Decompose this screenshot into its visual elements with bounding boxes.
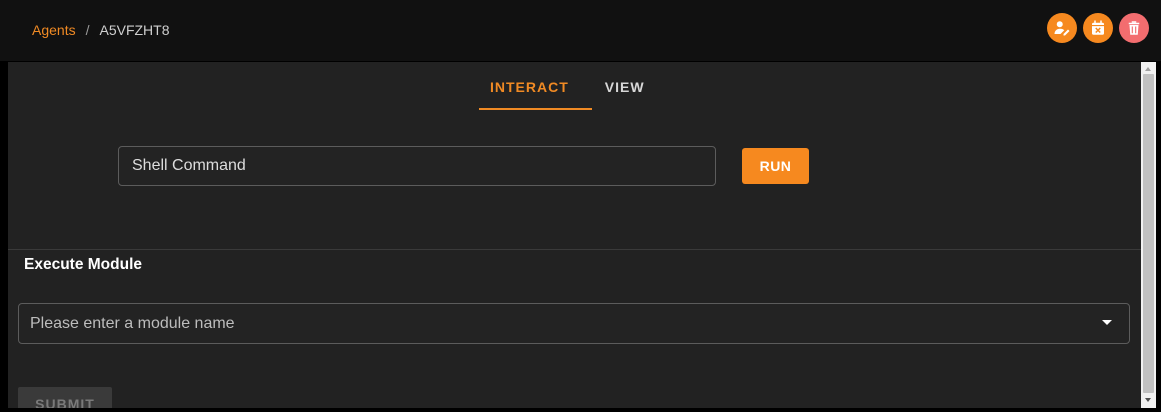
execute-module-title: Execute Module [24, 256, 142, 273]
section-divider [8, 249, 1141, 250]
module-name-placeholder: Please enter a module name [30, 314, 235, 332]
edit-agent-button[interactable] [1047, 13, 1077, 43]
calendar-remove-icon [1092, 20, 1104, 35]
scrollbar-thumb[interactable] [1143, 74, 1154, 393]
tab-bar: INTERACT VIEW [479, 75, 656, 99]
tab-interact[interactable]: INTERACT [479, 75, 580, 99]
submit-button[interactable]: SUBMIT [18, 387, 112, 408]
breadcrumb-agents-link[interactable]: Agents [32, 22, 76, 38]
delete-agent-button[interactable] [1119, 13, 1149, 43]
chevron-down-icon [1102, 320, 1112, 325]
active-tab-indicator [479, 108, 592, 110]
breadcrumb: Agents / A5VFZHT8 [32, 22, 170, 38]
top-bar: Agents / A5VFZHT8 [0, 0, 1161, 62]
tab-view[interactable]: VIEW [594, 75, 656, 99]
header-actions [1047, 13, 1149, 43]
trash-icon [1128, 21, 1140, 35]
run-button[interactable]: RUN [742, 148, 809, 184]
shell-command-input[interactable]: Shell Command [118, 146, 716, 186]
breadcrumb-agent-id: A5VFZHT8 [99, 22, 170, 38]
breadcrumb-separator: / [85, 22, 90, 38]
vertical-scrollbar[interactable] [1141, 62, 1156, 408]
shell-command-placeholder: Shell Command [132, 157, 246, 174]
scroll-up-icon[interactable] [1145, 67, 1151, 71]
main-content: INTERACT VIEW Shell Command RUN Execute … [8, 62, 1141, 408]
module-name-select[interactable]: Please enter a module name [18, 303, 1130, 344]
scroll-down-icon[interactable] [1145, 398, 1151, 402]
user-edit-icon [1054, 21, 1070, 36]
remove-schedule-button[interactable] [1083, 13, 1113, 43]
